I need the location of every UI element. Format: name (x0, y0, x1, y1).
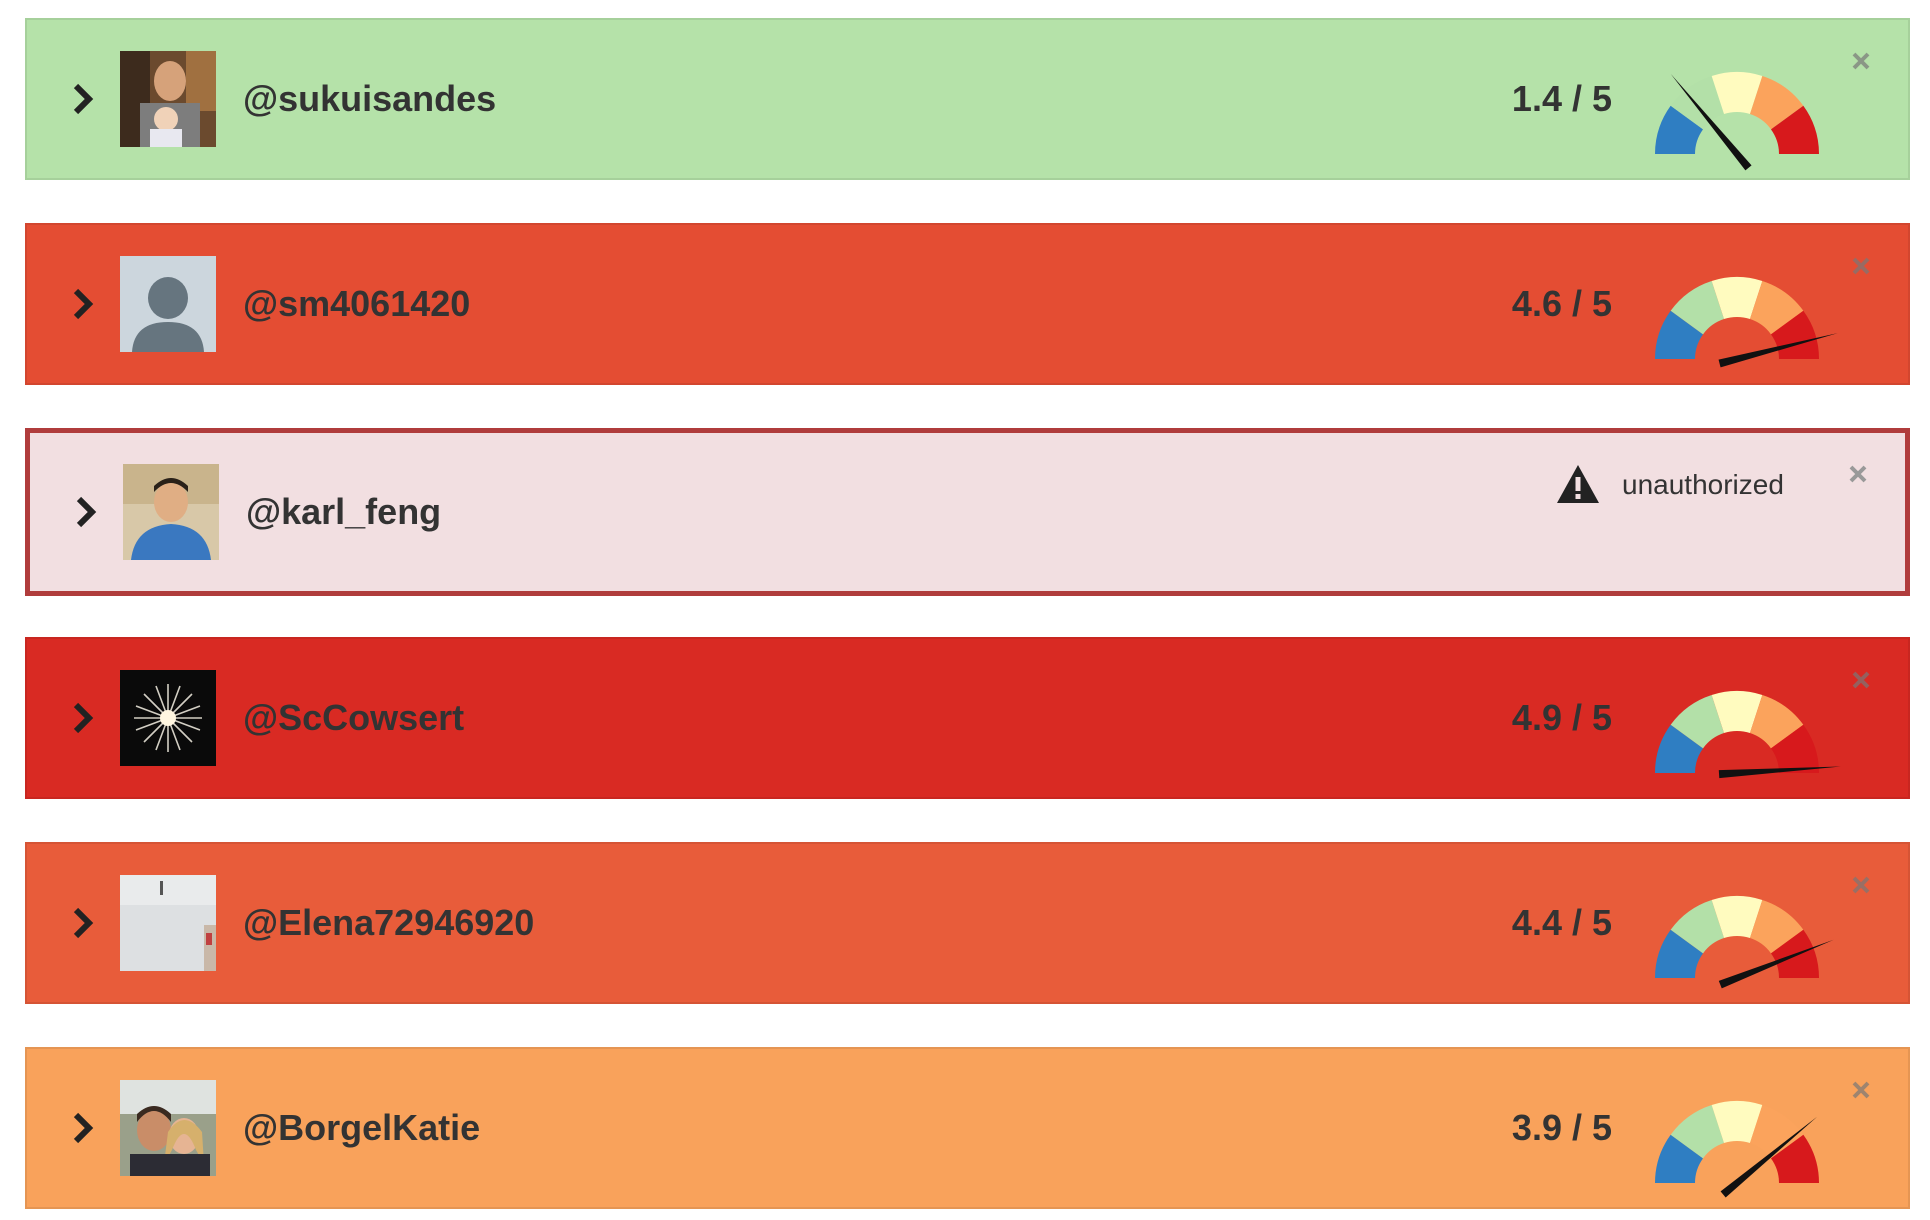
chevron-right-icon[interactable] (62, 698, 102, 738)
close-icon[interactable] (1848, 253, 1874, 279)
avatar (120, 875, 216, 971)
account-handle[interactable]: @Elena72946920 (243, 902, 534, 944)
avatar (120, 51, 216, 147)
avatar (120, 256, 216, 352)
score-label: 4.4 / 5 (1511, 902, 1612, 943)
close-icon[interactable] (1848, 1077, 1874, 1103)
score-label: 4.9 / 5 (1511, 697, 1612, 738)
chevron-right-icon[interactable] (62, 284, 102, 324)
account-row: @sm4061420 4.6 / 5 (25, 223, 1910, 385)
gauge-svg (1655, 691, 1841, 779)
score-gauge (1655, 34, 1875, 174)
gauge-svg (1655, 277, 1838, 368)
avatar (120, 670, 216, 766)
score-label: 3.9 / 5 (1511, 1107, 1612, 1148)
warning-icon (1555, 463, 1601, 505)
gauge-svg (1655, 72, 1819, 171)
close-icon[interactable] (1848, 667, 1874, 693)
account-handle[interactable]: @karl_feng (246, 491, 441, 533)
score-gauge (1655, 858, 1875, 998)
chevron-right-icon[interactable] (62, 79, 102, 119)
avatar (123, 464, 219, 560)
score-gauge (1655, 239, 1875, 379)
avatar (120, 1080, 216, 1176)
account-row: @karl_feng unauthorized (25, 428, 1910, 596)
account-row: @sukuisandes 1.4 / 5 (25, 18, 1910, 180)
gauge-svg (1655, 1101, 1819, 1198)
chevron-right-icon[interactable] (65, 492, 105, 532)
account-handle[interactable]: @sm4061420 (243, 283, 470, 325)
status-text: unauthorized (1622, 469, 1784, 500)
account-row: @Elena72946920 4.4 / 5 (25, 842, 1910, 1004)
account-handle[interactable]: @ScCowsert (243, 697, 464, 739)
score-label: 4.6 / 5 (1511, 283, 1612, 324)
close-icon[interactable] (1848, 872, 1874, 898)
account-row: @ScCowsert 4.9 / 5 (25, 637, 1910, 799)
account-handle[interactable]: @sukuisandes (243, 78, 496, 120)
chevron-right-icon[interactable] (62, 903, 102, 943)
score-gauge (1655, 653, 1875, 793)
account-row: @BorgelKatie 3.9 / 5 (25, 1047, 1910, 1209)
gauge-svg (1655, 896, 1834, 989)
chevron-right-icon[interactable] (62, 1108, 102, 1148)
close-icon[interactable] (1848, 48, 1874, 74)
score-label: 1.4 / 5 (1511, 78, 1612, 119)
account-handle[interactable]: @BorgelKatie (243, 1107, 480, 1149)
score-gauge (1655, 1063, 1875, 1203)
close-icon[interactable] (1845, 461, 1871, 487)
account-list: @sukuisandes 1.4 / 5 @sm4061420 4.6 / 5 (0, 0, 1930, 1220)
